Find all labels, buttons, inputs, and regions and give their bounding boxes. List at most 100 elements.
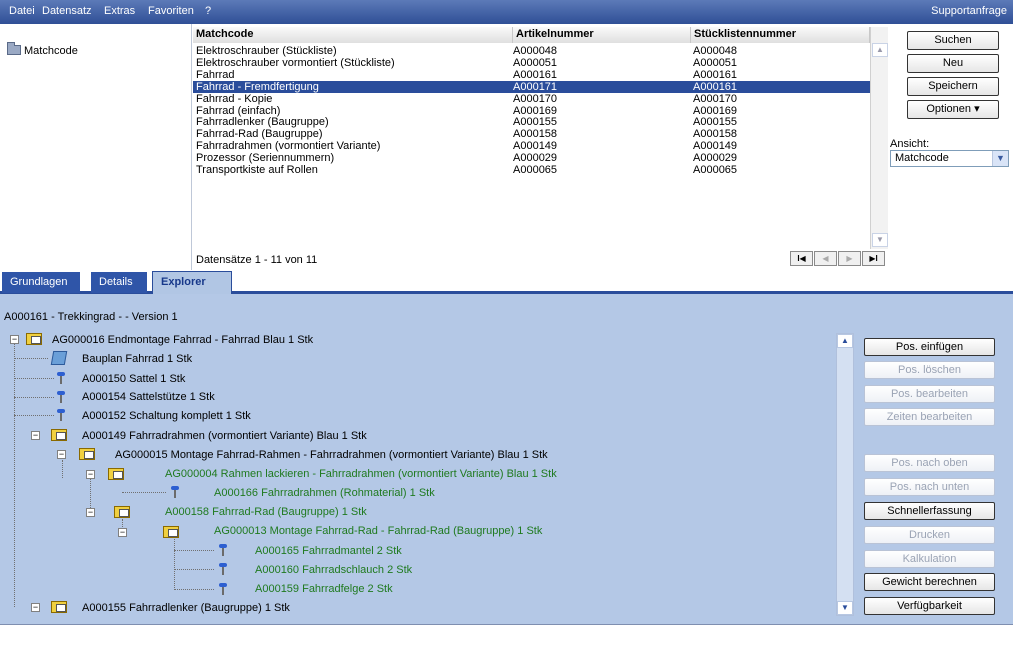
tree-node[interactable]: A000155 Fahrradlenker (Baugruppe) 1 Stk	[82, 601, 290, 615]
print-button[interactable]: Drucken	[864, 526, 995, 544]
menu-bar: Datei Datensatz Extras Favoriten ? Suppo…	[0, 0, 1013, 24]
tab-grundlagen[interactable]: Grundlagen	[2, 272, 80, 293]
chevron-down-icon[interactable]: ▼	[992, 151, 1008, 166]
table-row[interactable]: Prozessor (Seriennummern) A000029 A000029	[193, 152, 870, 164]
table-row[interactable]: Fahrrad - Kopie A000170 A000170	[193, 93, 870, 105]
table-cell: A000169	[693, 104, 738, 117]
table-row[interactable]: Elektroschrauber vormontiert (Stückliste…	[193, 57, 870, 69]
table-cell: A000161	[693, 80, 738, 93]
table-cell: A000161	[693, 68, 738, 81]
edit-times-button[interactable]: Zeiten bearbeiten	[864, 408, 995, 426]
availability-button[interactable]: Verfügbarkeit	[864, 597, 995, 615]
column-header-matchcode[interactable]: Matchcode	[193, 27, 513, 43]
quick-entry-button[interactable]: Schnellerfassung	[864, 502, 995, 520]
explorer-scrollbar[interactable]: ▲ ▼	[836, 333, 854, 616]
table-cell: A000029	[513, 152, 558, 165]
tree-node[interactable]: AG000013 Montage Fahrrad-Rad - Fahrrad-R…	[214, 524, 542, 538]
menu-datensatz[interactable]: Datensatz	[42, 5, 92, 17]
tree-node-matchcode[interactable]: Matchcode	[7, 42, 78, 57]
menu-help[interactable]: ?	[205, 5, 211, 17]
search-button[interactable]: Suchen	[907, 31, 999, 50]
operation-folder-icon	[163, 526, 179, 538]
scroll-up-icon[interactable]: ▲	[872, 43, 888, 57]
tree-node[interactable]: A000158 Fahrrad-Rad (Baugruppe) 1 Stk	[165, 505, 367, 519]
tree-node[interactable]: A000150 Sattel 1 Stk	[82, 372, 185, 386]
collapse-toggle[interactable]: −	[86, 508, 95, 517]
table-cell: A000065	[513, 164, 558, 176]
collapse-toggle[interactable]: −	[31, 603, 40, 612]
table-row[interactable]: Fahrradrahmen (vormontiert Variante) A000…	[193, 140, 870, 152]
table-cell: A000051	[693, 56, 738, 69]
tree-node[interactable]: A000159 Fahrradfelge 2 Stk	[255, 582, 393, 596]
menu-datei[interactable]: Datei	[9, 5, 35, 17]
nav-next-button[interactable]: ▶	[838, 251, 861, 266]
tree-line	[122, 492, 166, 493]
table-cell: Fahrrad-Rad (Baugruppe)	[196, 128, 323, 141]
move-up-button[interactable]: Pos. nach oben	[864, 454, 995, 472]
collapse-toggle[interactable]: −	[86, 470, 95, 479]
tree-node[interactable]: A000154 Sattelstütze 1 Stk	[82, 390, 215, 404]
menu-extras[interactable]: Extras	[104, 5, 135, 17]
tree-node[interactable]: A000160 Fahrradschlauch 2 Stk	[255, 563, 412, 577]
tree-node[interactable]: Bauplan Fahrrad 1 Stk	[82, 352, 192, 366]
table-row[interactable]: Fahrrad - Fremdfertigung A000171 A000161	[193, 80, 870, 93]
nav-last-button[interactable]: ▶I	[862, 251, 885, 266]
table-cell: A000158	[513, 128, 558, 141]
collapse-toggle[interactable]: −	[118, 528, 127, 537]
table-row[interactable]: Elektroschrauber (Stückliste) A000048 A000…	[193, 45, 870, 57]
collapse-toggle[interactable]: −	[57, 450, 66, 459]
matchcode-tree	[0, 24, 192, 270]
screw-icon	[171, 486, 179, 498]
screw-icon	[57, 391, 65, 403]
tree-node[interactable]: AG000004 Rahmen lackieren - Fahrradrahme…	[165, 467, 557, 481]
table-row[interactable]: Transportkiste auf Rollen A000065 A000065	[193, 164, 870, 176]
scroll-down-icon[interactable]: ▼	[872, 233, 888, 247]
tree-node[interactable]: AG000016 Endmontage Fahrrad - Fahrrad Bl…	[52, 333, 313, 347]
view-select[interactable]: Matchcode ▼	[890, 150, 1009, 167]
nav-prev-button[interactable]: ◀	[814, 251, 837, 266]
table-row[interactable]: Fahrradlenker (Baugruppe) A000155 A000155	[193, 116, 870, 128]
tree-node[interactable]: A000152 Schaltung komplett 1 Stk	[82, 409, 251, 423]
move-down-button[interactable]: Pos. nach unten	[864, 478, 995, 496]
menu-favoriten[interactable]: Favoriten	[148, 5, 194, 17]
scroll-up-icon[interactable]: ▲	[837, 334, 853, 348]
scroll-down-icon[interactable]: ▼	[837, 601, 853, 615]
options-button[interactable]: Optionen ▾	[907, 100, 999, 119]
tree-node[interactable]: A000166 Fahrradrahmen (Rohmaterial) 1 St…	[214, 486, 435, 500]
table-cell: A000170	[693, 92, 738, 105]
table-cell: A000048	[513, 45, 558, 57]
new-button[interactable]: Neu	[907, 54, 999, 73]
table-cell: Fahrrad	[196, 68, 235, 81]
tree-node[interactable]: AG000015 Montage Fahrrad-Rahmen - Fahrra…	[115, 448, 548, 462]
column-header-stuecklistennummer[interactable]: Stücklistennummer	[691, 27, 870, 43]
table-row[interactable]: Fahrrad-Rad (Baugruppe) A000158 A000158	[193, 128, 870, 140]
tree-line	[14, 344, 15, 607]
grid-scrollbar[interactable]: ▲ ▼	[870, 27, 888, 249]
tab-explorer[interactable]: Explorer	[152, 271, 232, 295]
collapse-toggle[interactable]: −	[10, 335, 19, 344]
edit-position-button[interactable]: Pos. bearbeiten	[864, 385, 995, 403]
view-select-value: Matchcode	[895, 152, 949, 164]
save-button[interactable]: Speichern	[907, 77, 999, 96]
table-cell: A000158	[693, 128, 738, 141]
nav-first-button[interactable]: I◀	[790, 251, 813, 266]
table-cell: A000051	[513, 56, 558, 69]
tree-node[interactable]: A000165 Fahrradmantel 2 Stk	[255, 544, 402, 558]
tab-details[interactable]: Details	[91, 272, 147, 293]
column-header-artikelnummer[interactable]: Artikelnummer	[513, 27, 691, 43]
table-cell: Elektroschrauber vormontiert (Stückliste…	[196, 56, 395, 69]
delete-position-button[interactable]: Pos. löschen	[864, 361, 995, 379]
calculate-weight-button[interactable]: Gewicht berechnen	[864, 573, 995, 591]
collapse-toggle[interactable]: −	[31, 431, 40, 440]
table-cell: A000065	[693, 164, 738, 176]
table-cell: A000161	[513, 68, 558, 81]
tree-line	[14, 358, 48, 359]
table-row[interactable]: Fahrrad (einfach) A000169 A000169	[193, 105, 870, 117]
insert-position-button[interactable]: Pos. einfügen	[864, 338, 995, 356]
calculation-button[interactable]: Kalkulation	[864, 550, 995, 568]
tree-node[interactable]: A000149 Fahrradrahmen (vormontiert Varia…	[82, 429, 367, 443]
screw-icon	[219, 583, 227, 595]
table-row[interactable]: Fahrrad A000161 A000161	[193, 69, 870, 81]
screw-icon	[57, 372, 65, 384]
support-request-link[interactable]: Supportanfrage	[931, 5, 1007, 17]
